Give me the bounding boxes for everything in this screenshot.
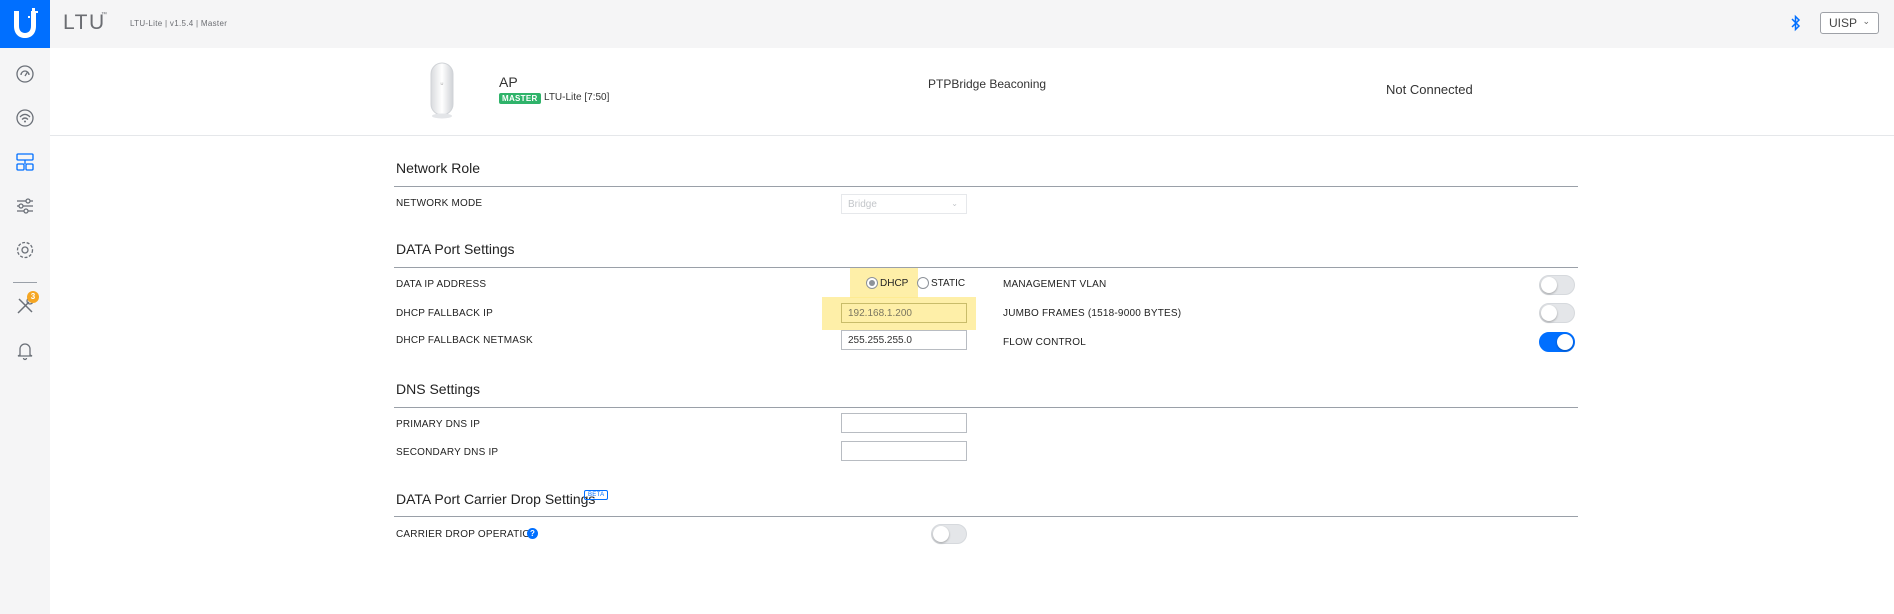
data-ip-address-label: DATA IP ADDRESS [396,279,487,290]
sidebar-divider [13,282,37,283]
primary-dns-input[interactable] [841,413,967,433]
dhcp-radio[interactable] [866,277,878,289]
top-bar: LTU ™ LTU-Lite | v1.5.4 | Master UISP ⌄ [0,0,1894,48]
dhcp-fallback-netmask-input[interactable]: 255.255.255.0 [841,330,967,350]
connection-status: Not Connected [1386,82,1473,97]
section-divider [394,267,1578,268]
section-divider [394,516,1578,517]
toggle-knob [1541,305,1557,321]
static-radio[interactable] [917,277,929,289]
product-trademark: ™ [101,12,107,18]
device-role: AP [499,74,518,90]
network-mode-select[interactable]: Bridge ⌄ [841,194,967,214]
device-image: U [428,61,456,119]
beta-badge: BETA [584,490,609,500]
flow-control-label: FLOW CONTROL [1003,337,1086,348]
network-role-title: Network Role [396,160,481,176]
management-vlan-label: MANAGEMENT VLAN [1003,279,1107,290]
carrier-drop-operation-toggle[interactable] [931,524,967,544]
secondary-dns-input[interactable] [841,441,967,461]
network-icon[interactable] [14,151,36,173]
device-model: LTU-Lite [7:50] [544,92,610,103]
secondary-dns-label: SECONDARY DNS IP [396,447,499,458]
management-vlan-toggle[interactable] [1539,275,1575,295]
device-header: U AP MASTER LTU-Lite [7:50] PTPBridge Be… [50,48,1894,136]
settings-sliders-icon[interactable] [14,195,36,217]
static-radio-label[interactable]: STATIC [931,278,965,289]
chevron-down-icon: ⌄ [951,199,958,208]
wireless-icon[interactable] [14,107,36,129]
master-badge: MASTER [499,93,541,104]
toggle-knob [1557,334,1573,350]
jumbo-frames-toggle[interactable] [1539,303,1575,323]
link-mode-status: PTPBridge Beaconing [928,77,1047,91]
firmware-info: LTU-Lite | v1.5.4 | Master [130,19,228,28]
dashboard-icon[interactable] [14,63,36,85]
primary-dns-label: PRIMARY DNS IP [396,419,481,430]
bluetooth-icon[interactable] [1790,14,1802,37]
dns-settings-title: DNS Settings [396,381,481,397]
flow-control-toggle[interactable] [1539,332,1575,352]
ubiquiti-logo-icon[interactable] [0,0,50,48]
sidebar: 3 [0,48,50,614]
chevron-down-icon: ⌄ [1862,16,1870,26]
jumbo-frames-label: JUMBO FRAMES (1518-9000 BYTES) [1003,308,1182,319]
dhcp-radio-label[interactable]: DHCP [880,278,908,289]
help-icon[interactable]: ? [527,528,538,539]
notifications-bell-icon[interactable] [14,339,36,361]
carrier-drop-settings-title: DATA Port Carrier Drop Settings [396,491,596,507]
carrier-drop-operation-label: CARRIER DROP OPERATION [396,529,538,540]
dhcp-fallback-ip-label: DHCP FALLBACK IP [396,308,493,319]
toggle-knob [1541,277,1557,293]
section-divider [394,186,1578,187]
product-name: LTU [63,11,106,34]
notification-count-badge: 3 [27,291,39,303]
toggle-knob [933,526,949,542]
data-port-settings-title: DATA Port Settings [396,241,515,257]
svg-text:U: U [441,81,444,86]
dhcp-fallback-ip-input[interactable]: 192.168.1.200 [841,303,967,323]
network-mode-label: NETWORK MODE [396,198,483,209]
system-gear-icon[interactable] [14,239,36,261]
uisp-label: UISP [1829,16,1858,30]
dhcp-fallback-netmask-label: DHCP FALLBACK NETMASK [396,335,533,346]
uisp-select[interactable]: UISP ⌄ [1820,12,1879,34]
network-mode-value: Bridge [848,199,877,210]
section-divider [394,407,1578,408]
